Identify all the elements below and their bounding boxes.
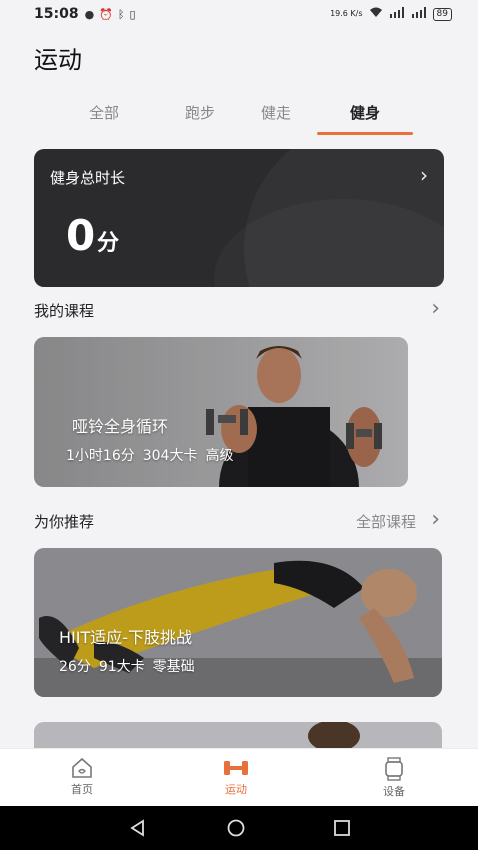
my-courses-title: 我的课程 [34, 302, 95, 320]
bottom-nav: 首页 运动 设备 [0, 748, 478, 806]
sport-tabs: 全部 跑步 健走 健身 [0, 96, 478, 138]
home-icon [72, 757, 92, 778]
nav-home[interactable]: 首页 [42, 757, 122, 797]
signal-icon [389, 7, 405, 21]
course-level: 零基础 [152, 659, 195, 675]
tab-active-indicator [317, 132, 413, 135]
wifi-icon [369, 7, 383, 21]
chevron-right-icon[interactable]: › [431, 296, 440, 321]
vibrate-icon: ▯ [129, 7, 136, 21]
recommend-header: 为你推荐 全部课程 › [34, 507, 444, 535]
total-value: 0 [66, 211, 96, 260]
nav-device[interactable]: 设备 [354, 757, 434, 799]
signal-icon-2 [411, 7, 427, 21]
all-courses-link[interactable]: 全部课程 [356, 511, 416, 532]
course-name: 哑铃全身循环 [72, 417, 169, 436]
my-courses-header[interactable]: 我的课程 › [34, 296, 444, 324]
nav-home-label: 首页 [71, 783, 93, 796]
recommended-course-card[interactable]: HIIT适应-下肢挑战 26分 91大卡 零基础 [34, 548, 442, 697]
notification-icons: ● ⏰ ᛒ ▯ [85, 8, 136, 21]
total-label: 健身总时长 [50, 169, 126, 187]
home-button-icon[interactable] [226, 818, 246, 838]
wechat-icon: ● [84, 7, 95, 21]
course-calories: 304大卡 [142, 448, 198, 464]
bluetooth-icon: ᛒ [117, 7, 125, 21]
recents-icon[interactable] [332, 818, 352, 838]
recommended-course-card[interactable] [34, 722, 442, 748]
nav-sport[interactable]: 运动 [196, 757, 276, 797]
course-duration: 1小时16分 [66, 448, 135, 464]
dumbbell-icon [224, 761, 248, 775]
page-title: 运动 [34, 46, 82, 74]
course-name: HIIT适应-下肢挑战 [59, 628, 193, 647]
fitness-total-card[interactable]: 健身总时长 › 0 分 [34, 149, 444, 287]
course-duration: 26分 [59, 659, 91, 675]
course-meta: 26分 91大卡 零基础 [59, 656, 195, 676]
chevron-right-icon[interactable]: › [431, 507, 440, 532]
tab-running[interactable]: 跑步 [180, 102, 220, 123]
net-speed: 19.6 K/s [330, 9, 363, 18]
nav-device-label: 设备 [383, 785, 405, 798]
watch-icon [385, 757, 403, 781]
status-time: 15:08 [34, 6, 79, 22]
tab-walking[interactable]: 健走 [256, 102, 296, 123]
chevron-right-icon[interactable]: › [420, 163, 428, 187]
tab-all[interactable]: 全部 [84, 102, 124, 123]
nav-sport-label: 运动 [225, 783, 247, 796]
total-unit: 分 [97, 231, 120, 256]
alarm-icon: ⏰ [99, 7, 113, 21]
status-right: 19.6 K/s 89 [330, 7, 452, 21]
workout-photo [34, 722, 442, 748]
recommend-title: 为你推荐 [34, 513, 95, 531]
battery-icon: 89 [432, 7, 452, 21]
back-icon[interactable] [128, 818, 148, 838]
my-course-card[interactable]: 哑铃全身循环 1小时16分 304大卡 高级 [34, 337, 408, 487]
tab-fitness[interactable]: 健身 [345, 102, 385, 123]
status-bar: 15:08 ● ⏰ ᛒ ▯ 19.6 K/s 89 [0, 0, 478, 28]
system-nav-bar [0, 806, 478, 850]
course-calories: 91大卡 [98, 659, 145, 675]
course-level: 高级 [205, 448, 234, 464]
course-meta: 1小时16分 304大卡 高级 [66, 445, 233, 465]
